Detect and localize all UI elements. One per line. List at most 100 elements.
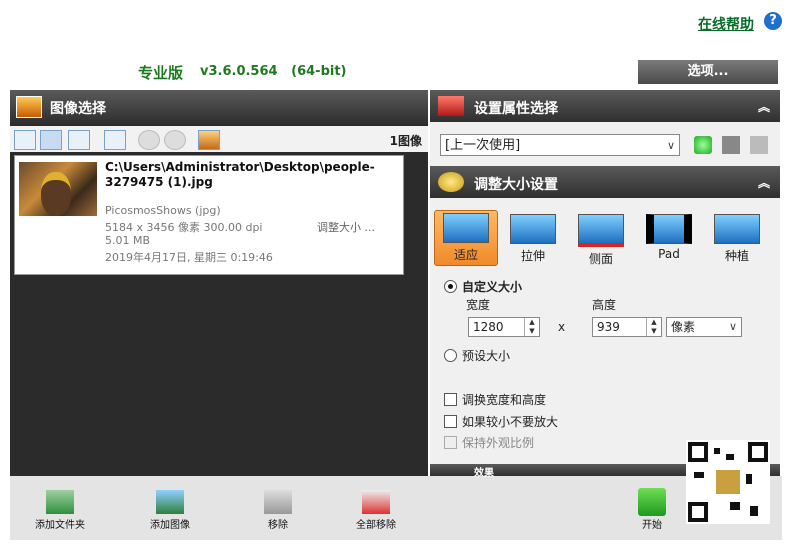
remove-label: 移除 xyxy=(268,520,288,531)
settings-panel: 设置属性选择 ︽ [上一次使用] ∨ 调整大小设置 ︽ 适应 拉伸 侧面 Pad… xyxy=(430,90,780,479)
mode-stretch-button[interactable]: 拉伸 xyxy=(502,212,564,263)
preset-value: [上一次使用] xyxy=(445,138,521,153)
app-header: 在线帮助 ? 专业版 v3.6.0.564 (64-bit) 选项... xyxy=(0,0,792,90)
preset-size-radio[interactable] xyxy=(444,349,457,362)
mode-pad-button[interactable]: Pad xyxy=(638,212,700,262)
mode-pad-label: Pad xyxy=(658,247,680,261)
help-icon[interactable]: ? xyxy=(764,12,782,30)
qr-finder xyxy=(688,502,708,522)
chevron-down-icon: ∨ xyxy=(728,320,737,333)
qr-module xyxy=(730,502,740,510)
remove-button[interactable]: 移除 xyxy=(242,490,314,531)
mode-crop-label: 种植 xyxy=(724,249,749,263)
mode-crop-button[interactable]: 种植 xyxy=(706,212,768,263)
qr-finder xyxy=(688,442,708,462)
file-path: C:\Users\Administrator\Desktop\people-32… xyxy=(105,160,375,189)
mode-fit-label: 适应 xyxy=(453,248,478,262)
fit-mode-icon xyxy=(443,213,489,243)
crop-mode-icon xyxy=(714,214,760,244)
start-button[interactable]: 开始 xyxy=(616,488,688,531)
list-view-icon[interactable] xyxy=(14,130,36,150)
qr-center-logo xyxy=(716,470,740,494)
swap-label: 调换宽度和高度 xyxy=(462,393,547,407)
keep-ratio-label: 保持外观比例 xyxy=(462,436,535,450)
qr-code xyxy=(686,440,770,524)
add-image-icon xyxy=(156,490,184,514)
times-sign: x xyxy=(558,320,566,334)
start-label: 开始 xyxy=(642,520,662,531)
qr-module xyxy=(714,448,720,454)
rotate-left-icon[interactable] xyxy=(138,130,160,150)
image-selection-title-bar: 图像选择 xyxy=(10,90,428,124)
image-selection-title: 图像选择 xyxy=(50,101,106,117)
resize-settings-icon xyxy=(438,172,464,192)
stretch-mode-icon xyxy=(510,214,556,244)
image-list-item[interactable]: C:\Users\Administrator\Desktop\people-32… xyxy=(14,155,404,275)
swap-checkbox[interactable] xyxy=(444,393,457,406)
height-value: 939 xyxy=(597,320,620,334)
toolbox-icon xyxy=(438,96,464,116)
add-image-button[interactable]: 添加图像 xyxy=(134,490,206,531)
side-mode-icon xyxy=(578,214,624,247)
resize-title-bar[interactable]: 调整大小设置 ︽ xyxy=(430,166,780,198)
rotate-right-icon[interactable] xyxy=(164,130,186,150)
custom-size-radio[interactable] xyxy=(444,280,457,293)
qr-module xyxy=(726,454,734,460)
unit-value: 像素 xyxy=(671,320,696,334)
width-spinner[interactable]: ▲ ▼ xyxy=(524,318,539,336)
details-view-icon[interactable] xyxy=(104,130,126,150)
height-input[interactable]: 939 ▲ ▼ xyxy=(592,317,662,337)
resize-title: 调整大小设置 xyxy=(474,177,558,193)
image-count: 1图像 xyxy=(389,134,422,148)
remove-all-icon xyxy=(362,490,390,514)
image-selection-panel: 图像选择 1图像 C:\Users\Administrator\Desktop\… xyxy=(10,90,428,476)
resize-note: 调整大小 ... xyxy=(317,221,375,234)
chevron-down-icon: ∨ xyxy=(666,139,675,152)
image-toolbar: 1图像 xyxy=(10,126,428,152)
height-label: 高度 xyxy=(592,298,617,312)
options-button[interactable]: 选项... xyxy=(638,60,778,84)
grid-view-icon[interactable] xyxy=(68,130,90,150)
preset-size-label: 预设大小 xyxy=(462,349,511,363)
add-folder-icon xyxy=(46,490,74,514)
effects-title: 效果 xyxy=(474,468,494,479)
file-source: PicosmosShows (jpg) xyxy=(105,204,221,217)
mode-fit-button[interactable]: 适应 xyxy=(434,210,498,266)
width-value: 1280 xyxy=(473,320,504,334)
online-help-link[interactable]: 在线帮助 xyxy=(698,14,754,34)
file-dimensions: 5184 x 3456 像素 300.00 dpi xyxy=(105,221,263,234)
thumbnail-subject xyxy=(41,172,71,216)
unit-select[interactable]: 像素 ∨ xyxy=(666,317,742,337)
add-folder-button[interactable]: 添加文件夹 xyxy=(24,490,96,531)
mode-side-button[interactable]: 侧面 xyxy=(570,212,632,266)
remove-all-button[interactable]: 全部移除 xyxy=(340,490,412,531)
qr-module xyxy=(694,472,704,478)
no-enlarge-checkbox[interactable] xyxy=(444,415,457,428)
width-label: 宽度 xyxy=(466,298,491,312)
height-spinner[interactable]: ▲ ▼ xyxy=(646,318,661,336)
file-size: 5.01 MB xyxy=(105,234,151,247)
version-label: v3.6.0.564 (64-bit) xyxy=(200,64,347,79)
qr-module xyxy=(750,506,758,516)
keep-ratio-checkbox[interactable] xyxy=(444,436,457,449)
qr-finder xyxy=(748,442,768,462)
remove-all-label: 全部移除 xyxy=(356,520,396,531)
preset-select[interactable]: [上一次使用] ∨ xyxy=(440,134,680,156)
collapse-icon[interactable]: ︽ xyxy=(758,174,770,191)
edit-image-icon[interactable] xyxy=(198,130,220,150)
thumbnail-view-icon[interactable] xyxy=(40,130,62,150)
bottom-toolbar: 添加文件夹 添加图像 移除 全部移除 开始 xyxy=(10,476,782,540)
file-date: 2019年4月17日, 星期三 0:19:46 xyxy=(105,251,273,264)
pad-mode-icon xyxy=(646,214,692,244)
collapse-icon[interactable]: ︽ xyxy=(758,98,770,115)
edition-label: 专业版 xyxy=(138,64,184,82)
image-thumbnail[interactable] xyxy=(19,162,97,216)
delete-preset-icon[interactable] xyxy=(750,136,768,154)
preset-title-bar[interactable]: 设置属性选择 ︽ xyxy=(430,90,780,122)
preset-title: 设置属性选择 xyxy=(474,101,558,117)
width-input[interactable]: 1280 ▲ ▼ xyxy=(468,317,540,337)
add-preset-icon[interactable] xyxy=(694,136,712,154)
save-preset-icon[interactable] xyxy=(722,136,740,154)
no-enlarge-label: 如果较小不要放大 xyxy=(462,415,559,429)
custom-size-label: 自定义大小 xyxy=(462,280,523,294)
